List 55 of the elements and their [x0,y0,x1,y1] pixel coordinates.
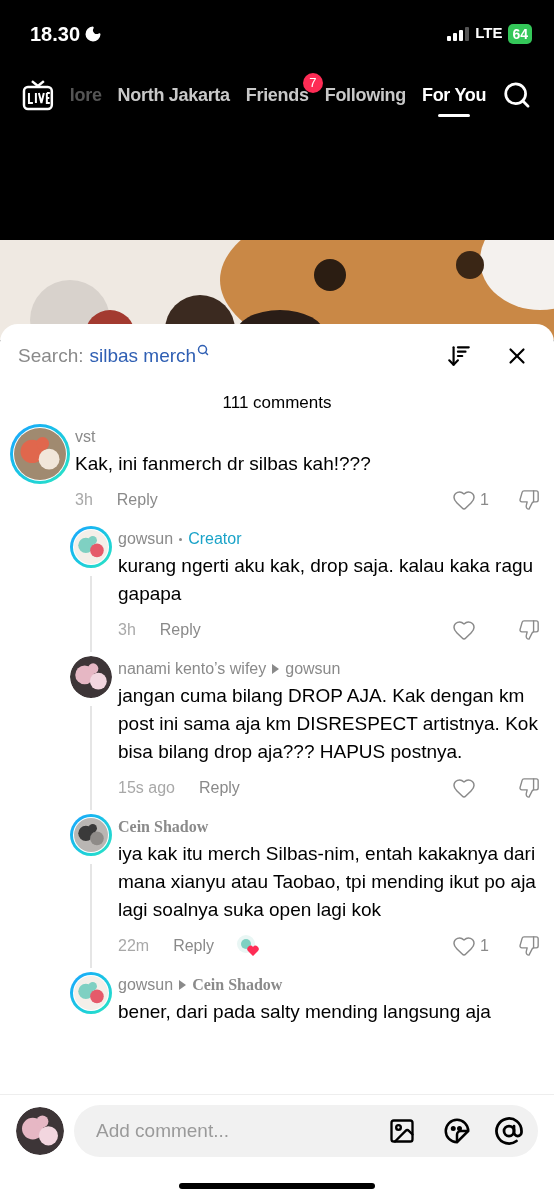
reply-button[interactable]: Reply [198,776,240,800]
search-icon[interactable] [502,80,532,110]
username[interactable]: Cein Shadow [192,974,283,996]
reply-button[interactable]: Reply [173,934,215,958]
username[interactable]: gowsun [118,528,174,550]
username[interactable]: vst [75,426,96,448]
timestamp: 3h [75,490,93,510]
live-tv-icon[interactable] [22,79,54,111]
network-label: LTE [475,23,503,44]
nav-tab[interactable]: Following [324,65,406,125]
comment-count: 111 comments [221,392,333,414]
signal-icon [447,26,470,41]
dislike-icon[interactable] [518,489,540,511]
creator-label: Creator [188,529,242,549]
reply-button[interactable]: Reply [159,618,201,642]
dislike-icon[interactable] [518,935,540,957]
comment-text: iya kak itu merch Silbas-nim, entah kakaknya dari mana xianyu atau Taobao, tpi mending ikut po aja lagi soalnya suka open lagi kok [118,842,537,922]
sticker-icon[interactable] [442,1116,472,1146]
timestamp: 3h [118,620,136,640]
search-label: Search: [18,343,84,368]
dislike-icon[interactable] [518,619,540,641]
username[interactable]: gowsun [118,974,174,996]
moon-icon [84,24,103,43]
caret-icon [179,980,187,990]
username[interactable]: Cein Shadow [118,816,209,838]
nav-tab[interactable]: For You [421,65,487,125]
search-query-link[interactable]: silbas merch [89,341,197,371]
comment-text: jangan cuma bilang DROP AJA. Kak dengan km post ini sama aja km DISRESPECT artistnya. Kok bisa bilang drop aja??? HAPUS postnya. [118,684,539,764]
username[interactable]: nanami kento’s wifey [118,658,267,680]
story-ring[interactable] [70,814,112,856]
mention-icon[interactable] [494,1116,524,1146]
dislike-icon[interactable] [518,777,540,799]
battery-level: 64 [508,23,532,44]
sort-icon[interactable] [446,343,472,369]
comment-text: Kak, ini fanmerch dr silbas kah!??? [75,452,372,476]
search-icon [197,344,210,356]
caret-icon [272,664,280,674]
reply-button[interactable]: Reply [116,488,158,512]
nav-tab[interactable]: North Jakarta [117,65,230,125]
username[interactable]: gowsun [285,658,341,680]
timestamp: 22m [118,936,150,956]
comment-input[interactable]: Add comment... [96,1116,388,1146]
comment-bar[interactable]: Add comment... [74,1105,538,1157]
nav-tab[interactable]: lore [69,65,102,125]
comment-text: kurang ngerti aku kak, drop saja. kalau kaka ragu gapapa [118,554,535,606]
like-icon[interactable] [452,934,476,958]
like-count: 1 [479,936,490,956]
like-icon[interactable] [452,618,476,642]
image-icon[interactable] [388,1117,416,1145]
like-count: 1 [479,490,490,510]
timestamp: 15s ago [118,778,175,798]
like-icon[interactable] [452,776,476,800]
like-icon[interactable] [452,488,476,512]
comment-text: bener, dari pada salty mending langsung aja [118,1000,492,1024]
clock: 18.30 [30,21,81,47]
